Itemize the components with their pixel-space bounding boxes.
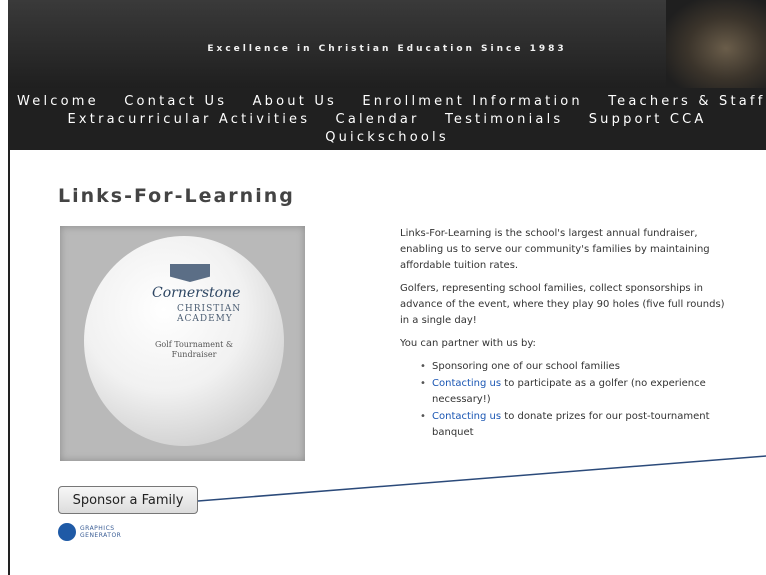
partner-options-list: Sponsoring one of our school families Co…	[420, 359, 730, 441]
nav-calendar[interactable]: Calendar	[336, 112, 420, 127]
sponsor-family-button[interactable]: Sponsor a Family	[58, 486, 198, 514]
nav-contact-us[interactable]: Contact Us	[124, 94, 227, 109]
nav-extracurricular-activities[interactable]: Extracurricular Activities	[67, 112, 310, 127]
list-item: Sponsoring one of our school families	[420, 359, 730, 375]
nav-about-us[interactable]: About Us	[253, 94, 337, 109]
bullet-text: Sponsoring one of our school families	[432, 361, 620, 372]
golf-ball-image: Cornerstone CHRISTIAN ACADEMY Golf Tourn…	[60, 226, 305, 461]
academy-logo-subtitle: CHRISTIAN ACADEMY	[177, 304, 242, 324]
nav-welcome[interactable]: Welcome	[17, 94, 99, 109]
paragraph-intro: Links-For-Learning is the school's large…	[400, 228, 710, 271]
golf-ball: Cornerstone CHRISTIAN ACADEMY Golf Tourn…	[84, 236, 284, 446]
list-item: Contacting us to donate prizes for our p…	[420, 409, 730, 441]
nav-teachers-staff[interactable]: Teachers & Staff	[608, 94, 765, 109]
nav-row-1: Welcome Contact Us About Us Enrollment I…	[8, 94, 766, 109]
contacting-us-link[interactable]: Contacting us	[432, 411, 501, 422]
paragraph-golfers: Golfers, representing school families, c…	[400, 283, 725, 326]
graphics-generator-text: GRAPHICS GENERATOR	[80, 525, 122, 539]
list-item: Contacting us to participate as a golfer…	[420, 376, 730, 408]
nav-testimonials[interactable]: Testimonials	[445, 112, 563, 127]
page-title: Links-For-Learning	[58, 185, 295, 207]
graphics-generator-logo: GRAPHICS GENERATOR	[58, 523, 138, 545]
tournament-caption: Golf Tournament & Fundraiser	[154, 340, 234, 359]
site-header: Excellence in Christian Education Since …	[8, 0, 766, 88]
nav-quickschools[interactable]: Quickschools	[325, 130, 449, 145]
paragraph-partner: You can partner with us by:	[400, 338, 536, 349]
nav-enrollment-information[interactable]: Enrollment Information	[362, 94, 582, 109]
main-navigation: Welcome Contact Us About Us Enrollment I…	[8, 88, 766, 150]
nav-row-2: Extracurricular Activities Calendar Test…	[8, 112, 766, 127]
site-tagline: Excellence in Christian Education Since …	[207, 44, 567, 54]
event-description: Links-For-Learning is the school's large…	[400, 226, 730, 442]
nav-row-3: Quickschools	[8, 130, 766, 145]
nav-support-cca[interactable]: Support CCA	[589, 112, 707, 127]
contacting-us-link[interactable]: Contacting us	[432, 378, 501, 389]
graphics-generator-icon	[58, 523, 76, 541]
academy-logo-name: Cornerstone	[152, 285, 241, 301]
academy-logo-cross	[170, 264, 210, 282]
